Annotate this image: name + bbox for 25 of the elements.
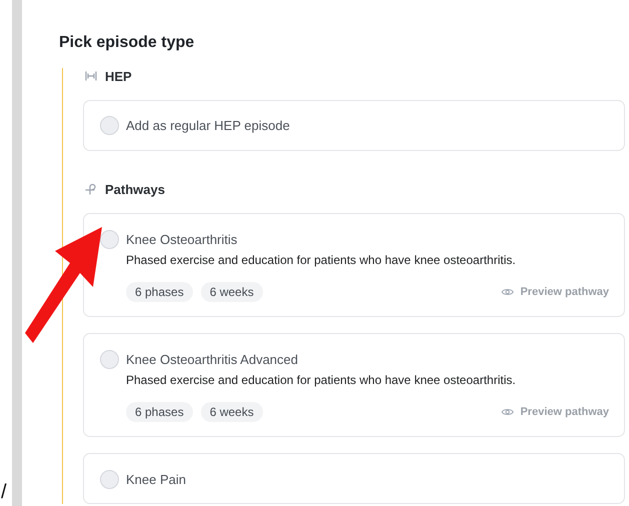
- tag-chip: 6 weeks: [200, 402, 263, 422]
- section-heading: Pathways: [105, 182, 165, 196]
- section-heading: HEP: [105, 68, 132, 84]
- option-title: Knee Osteoarthritis Advanced: [126, 351, 299, 369]
- eye-icon: [501, 287, 514, 297]
- eye-icon: [501, 407, 514, 417]
- radio-button[interactable]: [100, 230, 119, 249]
- option-card[interactable]: Add as regular HEP episode: [83, 100, 625, 151]
- edge-text: /: [1, 481, 7, 504]
- radio-button[interactable]: [100, 116, 119, 135]
- tag-chip: 6 weeks: [200, 282, 263, 302]
- option-title: Knee Osteoarthritis: [126, 231, 238, 249]
- tag-chip: 6 phases: [126, 282, 193, 302]
- option-card[interactable]: Knee Pain: [83, 453, 625, 504]
- path-icon: [85, 183, 97, 195]
- option-description: Phased exercise and education for patients who have knee osteoarthritis.: [126, 253, 517, 267]
- dialog-title: Pick episode type: [59, 34, 196, 52]
- dumbbell-icon: [85, 71, 97, 81]
- tag-chip: 6 phases: [126, 402, 193, 422]
- option-title: Knee Pain: [126, 471, 187, 489]
- option-description: Phased exercise and education for patients who have knee osteoarthritis.: [126, 373, 517, 387]
- option-title: Add as regular HEP episode: [126, 117, 291, 135]
- radio-button[interactable]: [100, 470, 119, 489]
- radio-button[interactable]: [100, 350, 119, 369]
- option-card[interactable]: Knee Osteoarthritis Advanced Phased exercise and education for patients who have knee osteoarthritis. 6 phases 6 weeks Preview pathway: [83, 333, 625, 437]
